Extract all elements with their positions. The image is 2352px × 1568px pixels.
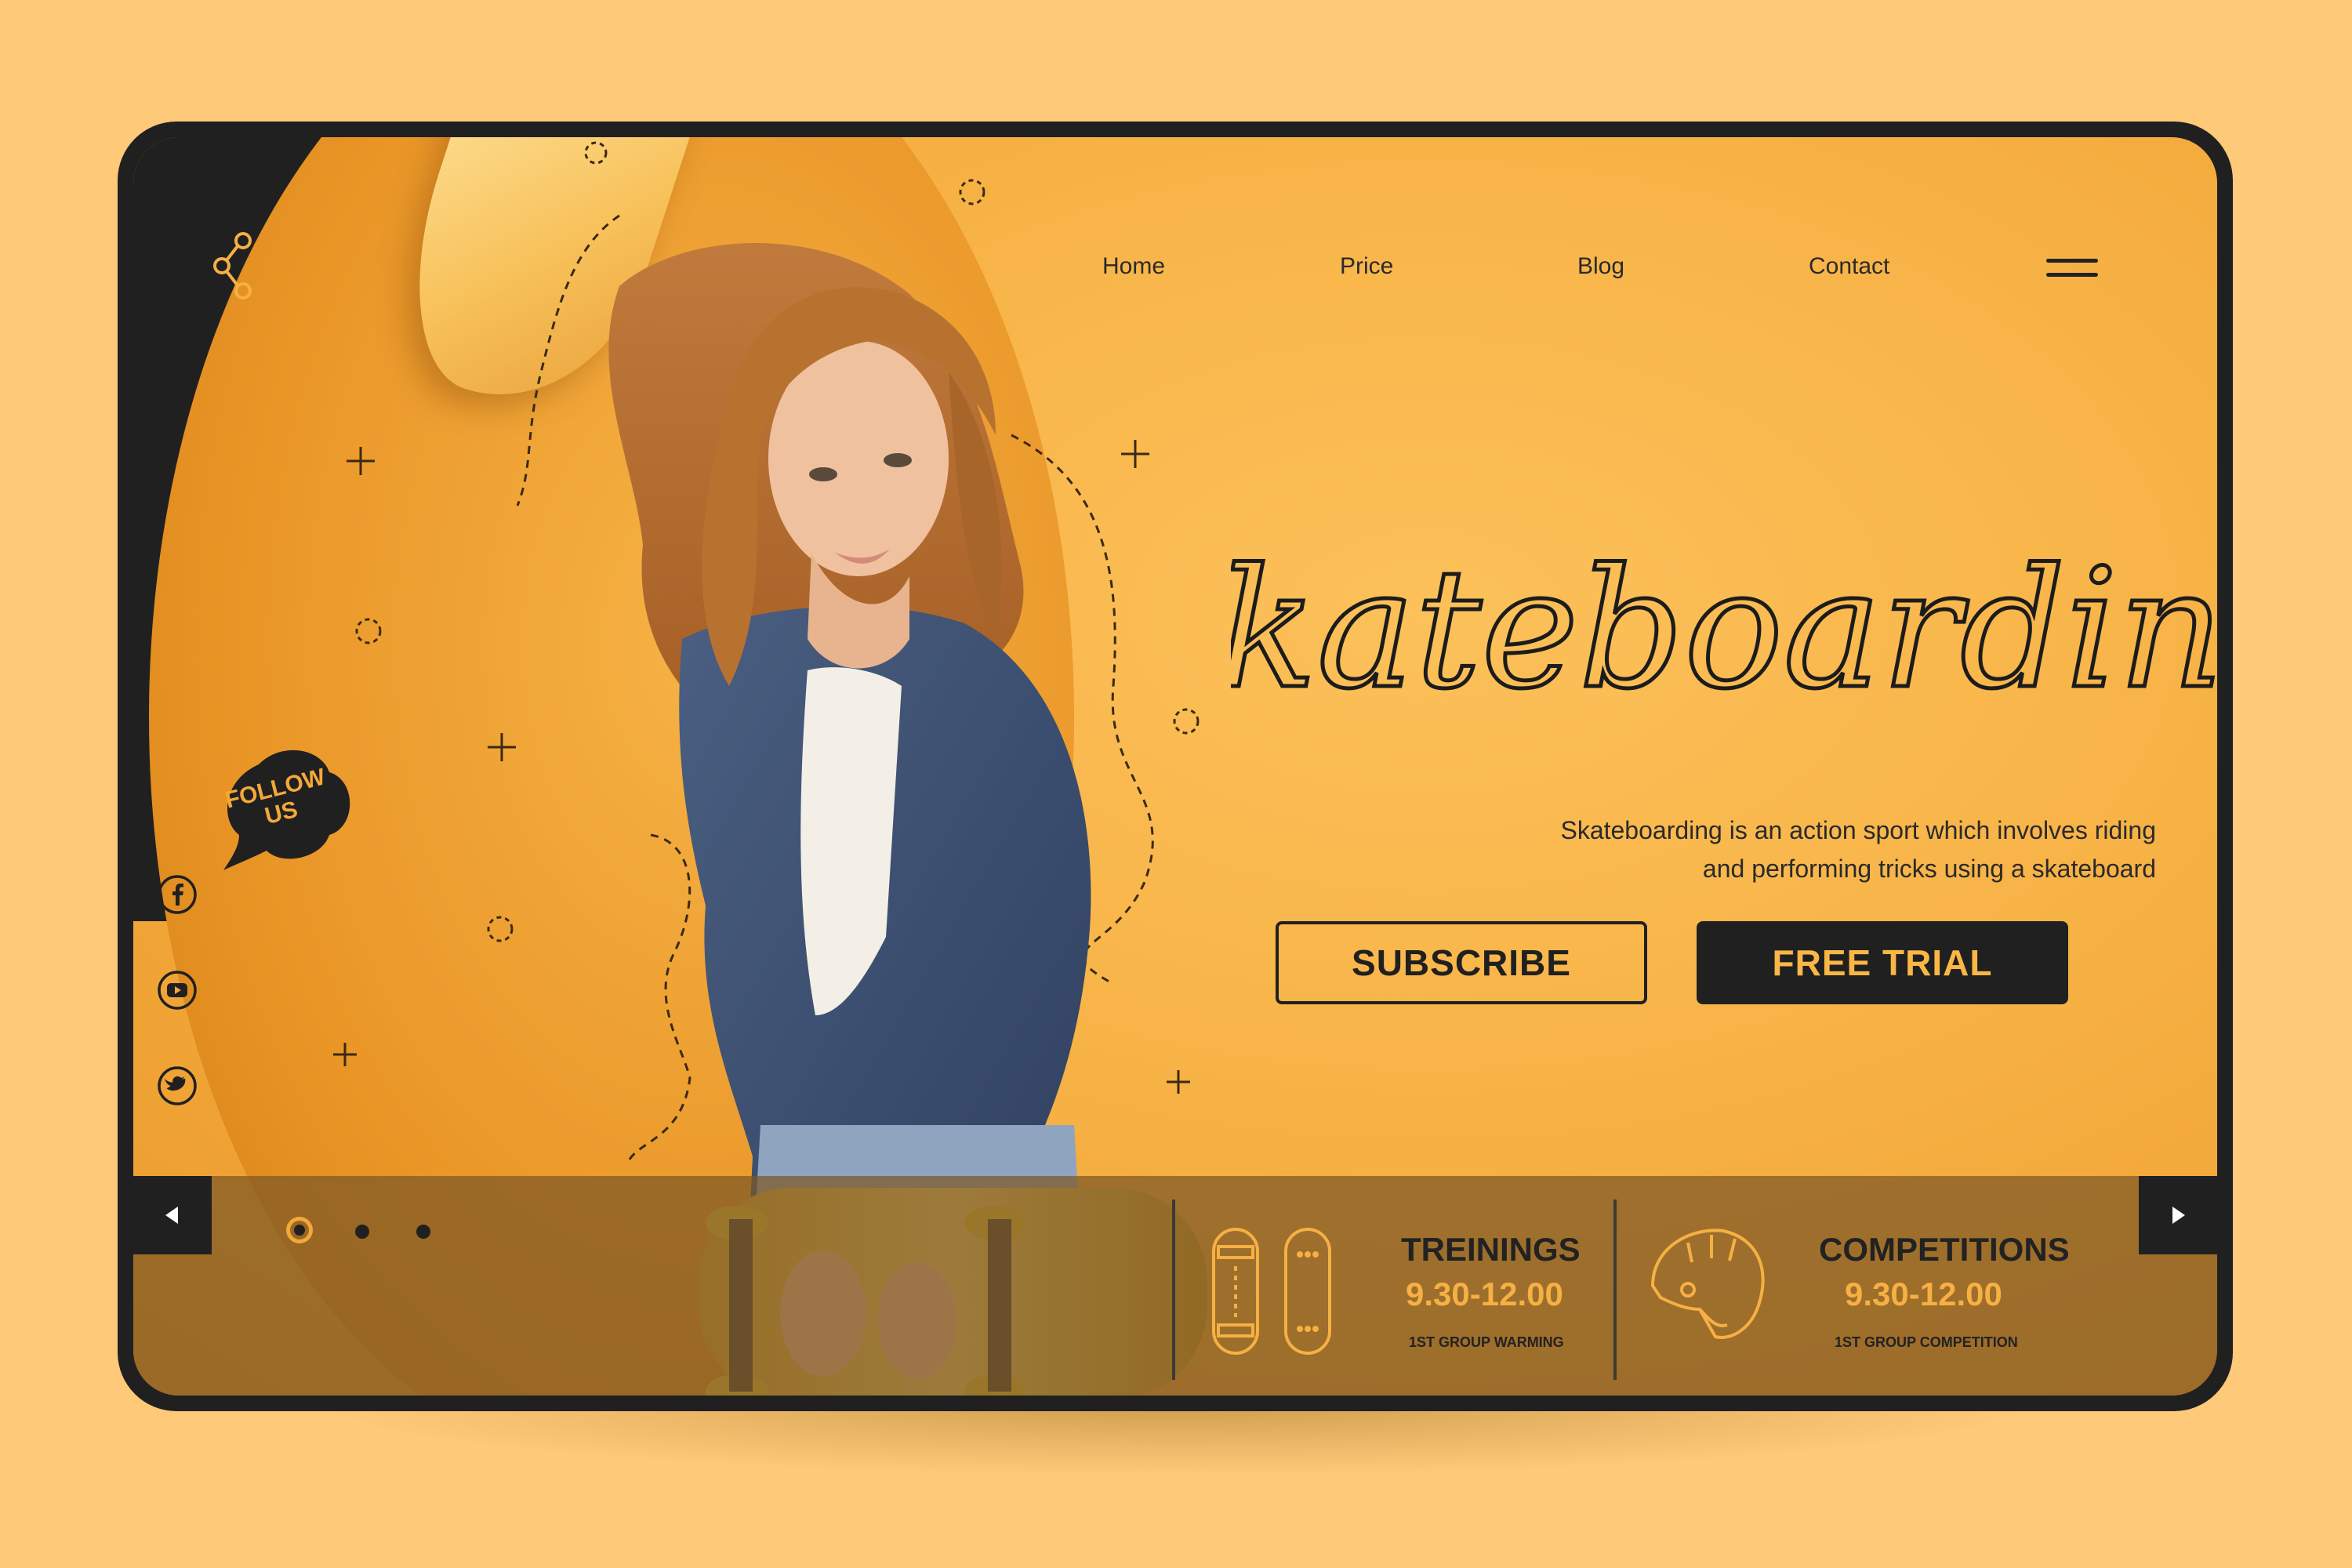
slider-dot[interactable] bbox=[355, 1225, 369, 1239]
arrow-right-icon bbox=[2172, 1207, 2185, 1224]
skateboard-icon bbox=[1212, 1228, 1331, 1355]
competitions-subtitle: 1ST GROUP COMPETITION bbox=[1835, 1334, 2018, 1350]
slider-dot[interactable] bbox=[416, 1225, 430, 1239]
competitions-time: 9.30-12.00 bbox=[1845, 1276, 2002, 1312]
main-nav: Home Price Blog Contact bbox=[133, 253, 2217, 300]
hero-title-text: Skateboarding bbox=[1231, 533, 2217, 725]
device-frame: Home Price Blog Contact Skateboarding Sk… bbox=[118, 122, 2233, 1411]
competitions-title: COMPETITIONS bbox=[1819, 1231, 2070, 1268]
nav-blog[interactable]: Blog bbox=[1577, 253, 1624, 280]
hero-title: Skateboarding bbox=[1231, 532, 2217, 728]
youtube-icon[interactable] bbox=[157, 970, 198, 1011]
hero-description-line2: and performing tricks using a skateboard bbox=[1702, 855, 2156, 883]
twitter-icon[interactable] bbox=[157, 1065, 198, 1106]
trainings-time: 9.30-12.00 bbox=[1406, 1276, 1563, 1312]
next-slide-button[interactable] bbox=[2139, 1176, 2217, 1254]
trainings-subtitle: 1ST GROUP WARMING bbox=[1409, 1334, 1564, 1350]
prev-slide-button[interactable] bbox=[133, 1176, 212, 1254]
trainings-title: TREININGS bbox=[1401, 1231, 1581, 1268]
subscribe-button[interactable]: SUBSCRIBE bbox=[1276, 921, 1647, 1004]
arrow-left-icon bbox=[165, 1207, 178, 1224]
free-trial-button[interactable]: FREE TRIAL bbox=[1697, 921, 2068, 1004]
info-divider bbox=[1172, 1200, 1175, 1380]
info-divider bbox=[1613, 1200, 1617, 1380]
slider-dot-active[interactable] bbox=[286, 1217, 313, 1243]
nav-price[interactable]: Price bbox=[1340, 253, 1393, 280]
landing-page: Home Price Blog Contact Skateboarding Sk… bbox=[133, 137, 2217, 1396]
hero-description: Skateboarding is an action sport which i… bbox=[1356, 811, 2156, 888]
facebook-icon[interactable] bbox=[157, 874, 198, 915]
helmet-icon bbox=[1650, 1229, 1765, 1339]
nav-home[interactable]: Home bbox=[1102, 253, 1165, 280]
hamburger-menu-icon[interactable] bbox=[2046, 259, 2098, 284]
nav-contact[interactable]: Contact bbox=[1809, 253, 1889, 280]
hero-description-line1: Skateboarding is an action sport which i… bbox=[1560, 816, 2156, 844]
